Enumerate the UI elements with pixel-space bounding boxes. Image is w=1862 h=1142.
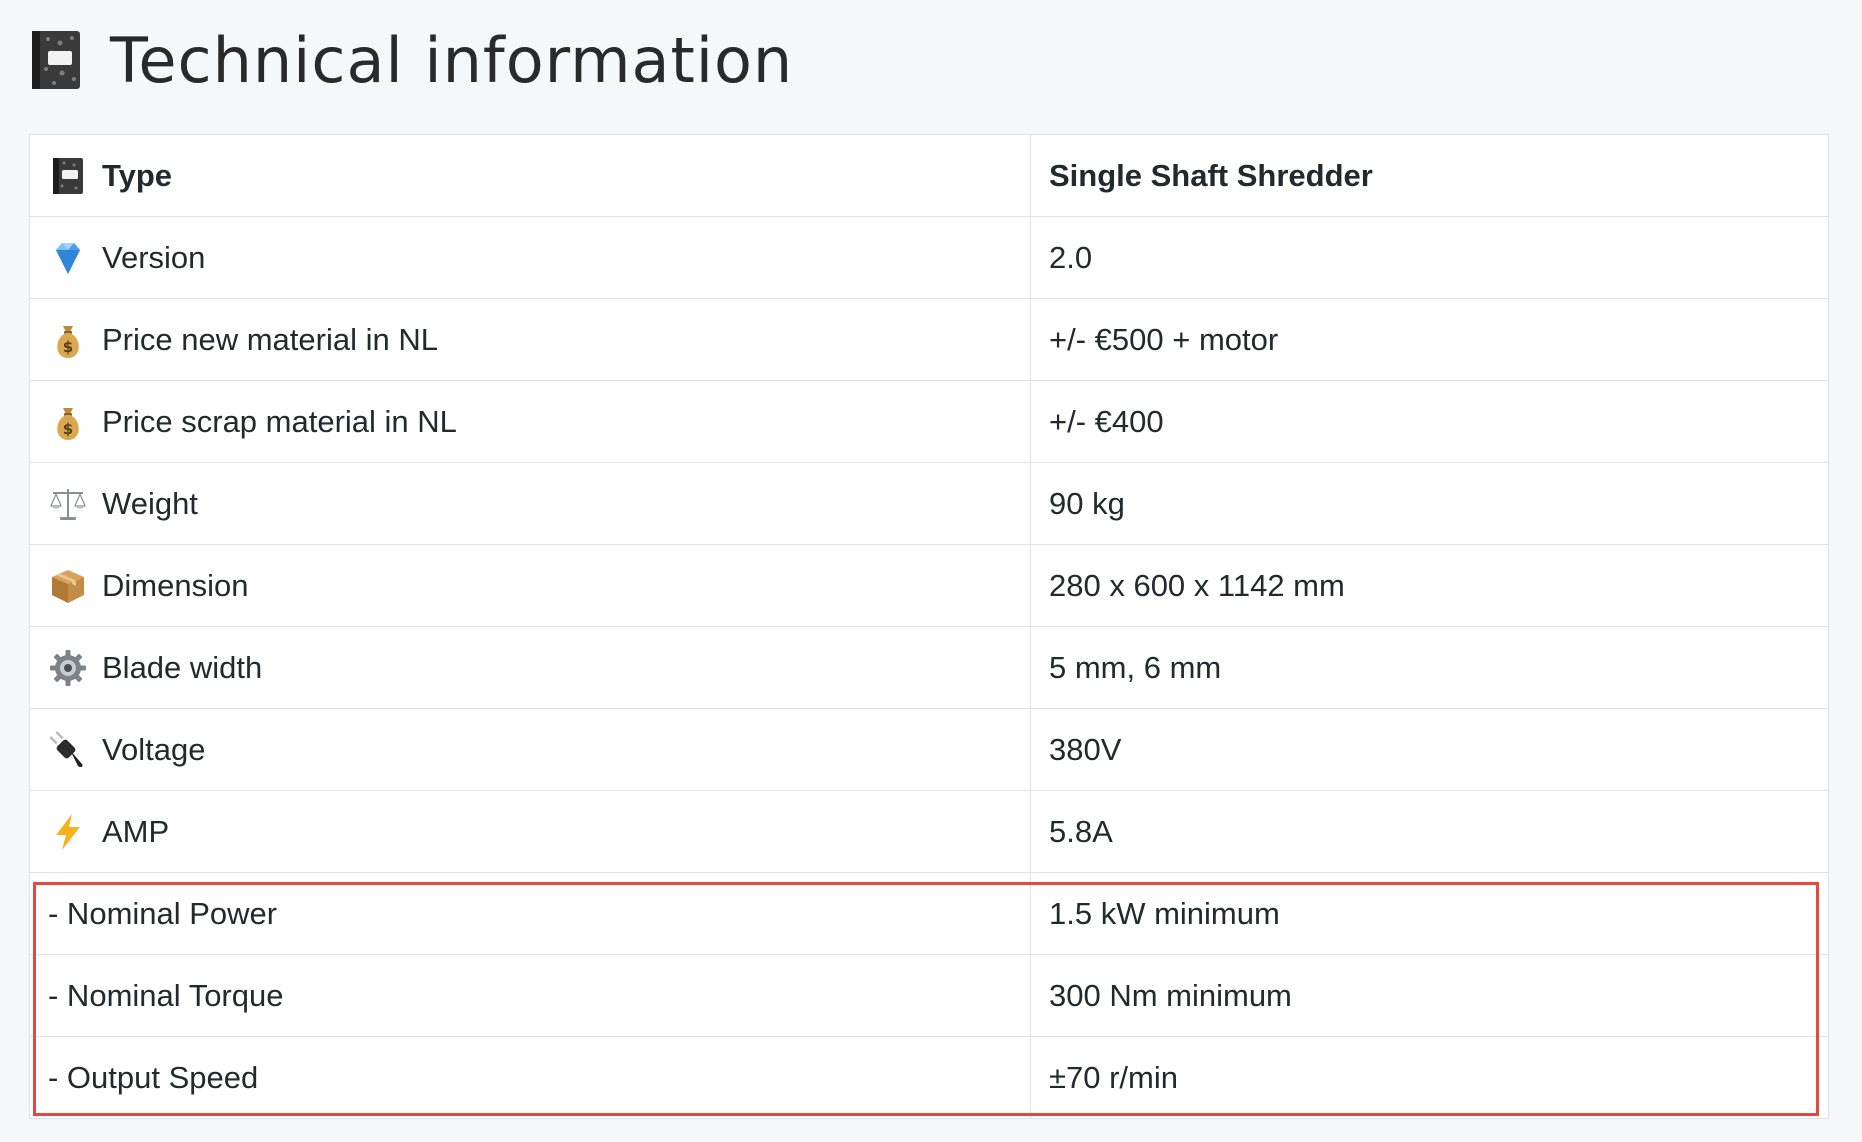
- spec-value-cell: +/- €400: [1030, 380, 1828, 463]
- table-row: $ Price scrap material in NL +/- €400: [30, 380, 1828, 463]
- spec-value: 2.0: [1049, 239, 1093, 275]
- spec-label-cell: Version: [30, 216, 1031, 299]
- table-row: Version 2.0: [30, 216, 1828, 299]
- spec-value-cell: Single Shaft Shredder: [1030, 135, 1828, 217]
- page-title: Technical information: [30, 18, 793, 102]
- page-title-text: Technical information: [110, 23, 794, 97]
- notebook-icon: [30, 29, 84, 91]
- spec-label-cell: Voltage: [30, 708, 1031, 791]
- spec-label-cell: Type: [30, 135, 1031, 217]
- spec-value: 380V: [1049, 731, 1122, 767]
- spec-value: ±70 r/min: [1049, 1059, 1178, 1095]
- spec-value: 5 mm, 6 mm: [1049, 649, 1222, 685]
- spec-value-cell: 280 x 600 x 1142 mm: [1030, 544, 1828, 627]
- table-row: Dimension 280 x 600 x 1142 mm: [30, 544, 1828, 627]
- spec-label-cell: - Output Speed: [30, 1036, 1031, 1118]
- spec-label: Dimension: [102, 567, 249, 603]
- table-row: $ Price new material in NL +/- €500 + mo…: [30, 298, 1828, 381]
- spec-value-cell: 2.0: [1030, 216, 1828, 299]
- spec-label-cell: - Nominal Power: [30, 872, 1031, 955]
- spec-value-cell: 5 mm, 6 mm: [1030, 626, 1828, 709]
- spec-label-cell: $ Price new material in NL: [30, 298, 1031, 381]
- table-row: - Nominal Power 1.5 kW minimum: [30, 872, 1828, 955]
- table-row: Type Single Shaft Shredder: [30, 135, 1828, 217]
- spec-label: Voltage: [102, 731, 206, 767]
- spec-value: 300 Nm minimum: [1049, 977, 1292, 1013]
- spec-label-cell: Weight: [30, 462, 1031, 545]
- gear-icon: [48, 648, 88, 688]
- spec-label-cell: - Nominal Torque: [30, 954, 1031, 1037]
- spec-label: - Nominal Torque: [48, 977, 284, 1013]
- spec-value: 280 x 600 x 1142 mm: [1049, 567, 1345, 603]
- lightning-icon: [48, 812, 88, 852]
- spec-label: Blade width: [102, 649, 263, 685]
- svg-text:$: $: [63, 338, 73, 356]
- spec-value-cell: 5.8A: [1030, 790, 1828, 873]
- gem-icon: [48, 238, 88, 278]
- spec-value-cell: 1.5 kW minimum: [1030, 872, 1828, 955]
- spec-value: +/- €400: [1049, 403, 1164, 439]
- spec-label-cell: Blade width: [30, 626, 1031, 709]
- spec-value: 1.5 kW minimum: [1049, 895, 1280, 931]
- spec-value: Single Shaft Shredder: [1049, 157, 1373, 193]
- scales-icon: [48, 484, 88, 524]
- spec-value: 5.8A: [1049, 813, 1113, 849]
- spec-value-cell: +/- €500 + motor: [1030, 298, 1828, 381]
- spec-value-cell: 90 kg: [1030, 462, 1828, 545]
- money-bag-icon: $: [48, 402, 88, 442]
- table-row: Voltage 380V: [30, 708, 1828, 791]
- spec-label: Price new material in NL: [102, 321, 438, 357]
- spec-label: Weight: [102, 485, 198, 521]
- spec-label: - Nominal Power: [48, 895, 278, 931]
- spec-value-cell: 300 Nm minimum: [1030, 954, 1828, 1037]
- table-row: Weight 90 kg: [30, 462, 1828, 545]
- tech-spec-table: Type Single Shaft Shredder Version 2.0 $…: [29, 134, 1829, 1119]
- spec-label: Price scrap material in NL: [102, 403, 457, 439]
- spec-value-cell: 380V: [1030, 708, 1828, 791]
- table-row: - Nominal Torque 300 Nm minimum: [30, 954, 1828, 1037]
- table-row: Blade width 5 mm, 6 mm: [30, 626, 1828, 709]
- table-row: - Output Speed ±70 r/min: [30, 1036, 1829, 1119]
- table-row: AMP 5.8A: [30, 790, 1828, 873]
- package-icon: [48, 566, 88, 606]
- spec-label-cell: $ Price scrap material in NL: [30, 380, 1031, 463]
- spec-value: 90 kg: [1049, 485, 1125, 521]
- plug-icon: [48, 730, 88, 770]
- money-bag-icon: $: [48, 320, 88, 360]
- spec-label-cell: Dimension: [30, 544, 1031, 627]
- spec-label: - Output Speed: [48, 1059, 259, 1095]
- spec-value: +/- €500 + motor: [1049, 321, 1279, 357]
- svg-text:$: $: [63, 420, 73, 438]
- spec-value-cell: ±70 r/min: [1031, 1037, 1829, 1119]
- spec-label: Version: [102, 239, 206, 275]
- spec-label: Type: [102, 157, 173, 193]
- spec-label-cell: AMP: [30, 790, 1031, 873]
- spec-label: AMP: [102, 813, 170, 849]
- notebook-icon: [48, 156, 88, 196]
